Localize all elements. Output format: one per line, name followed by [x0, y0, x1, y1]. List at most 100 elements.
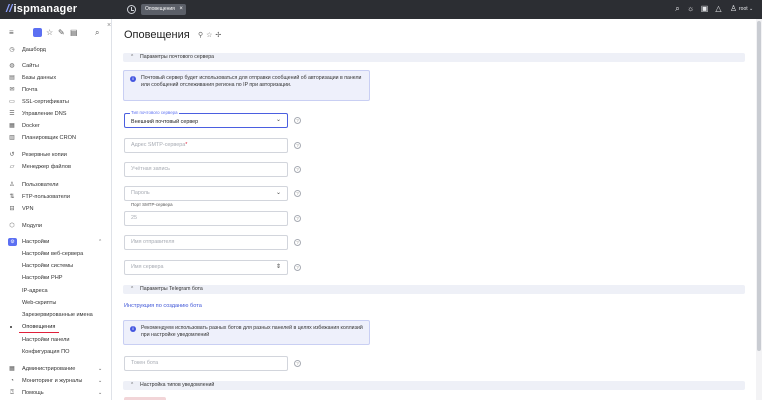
sidebar-item-notifications[interactable]: Оповещения [0, 321, 112, 333]
sidebar-item-databases[interactable]: ▤ Базы данных [0, 72, 112, 84]
sidebar-item-backups[interactable]: ↺ Резервные копии [0, 149, 112, 161]
sidebar-item-monitoring[interactable]: ◔ Мониторинг и журналы ⌄ [0, 375, 112, 387]
smtp-address-input[interactable]: Адрес SMTP-сервера* [124, 138, 288, 153]
chevron-down-icon: ⌄ [275, 117, 281, 123]
top-bar: //ispmanager Оповещения × ⌕ ☼ ▣ △ ♙ root… [0, 0, 762, 19]
user-menu[interactable]: root ⌄ [739, 4, 753, 14]
sidebar-item-dns[interactable]: ☰ Управление DNS [0, 108, 112, 120]
docs-icon[interactable]: ▤ [70, 28, 78, 37]
help-icon[interactable]: ? [294, 166, 301, 173]
sidebar-toolbar: ≡ ☆ ✎ ▤ ⌕ [0, 19, 112, 43]
page-scrollbar[interactable] [756, 19, 762, 400]
help-icon[interactable]: ? [294, 360, 301, 367]
app-logo[interactable]: //ispmanager [6, 3, 77, 15]
sidebar-item-ssl[interactable]: ▭ SSL-сертификаты [0, 96, 112, 108]
sidebar-item-web-scripts[interactable]: Web-скрипты [0, 297, 112, 309]
chevron-up-icon: ⌃ [130, 286, 135, 292]
sidebar-item-file-manager[interactable]: ▱ Менеджер файлов [0, 161, 112, 173]
sidebar-item-docker[interactable]: ▦ Docker [0, 120, 112, 132]
chevron-up-icon: ⌃ [130, 382, 135, 388]
sidebar-item-php-settings[interactable]: Настройки PHP [0, 272, 112, 284]
star-icon[interactable]: ☆ [46, 28, 53, 37]
bot-token-input[interactable]: Токен бота [124, 356, 288, 371]
close-sidebar-icon[interactable]: × [107, 22, 111, 29]
sidebar-item-settings[interactable]: ⚙ Настройки ⌃ [0, 236, 112, 248]
sidebar: ≡ ☆ ✎ ▤ ⌕ × ◷ Дашборд ◍ Сайты ▤ Базы данных… [0, 19, 112, 400]
user-icon[interactable]: ♙ [729, 4, 738, 14]
user-icon: ♙ [9, 182, 15, 188]
scrollbar-thumb[interactable] [757, 21, 761, 351]
settings-icon: ⚙ [8, 238, 17, 246]
sender-name-input[interactable]: Имя отправителя [124, 235, 288, 250]
sidebar-item-modules[interactable]: ⬡ Модули [0, 220, 112, 232]
vpn-icon: ⊟ [9, 206, 15, 212]
sidebar-item-system-settings[interactable]: Настройки системы [0, 260, 112, 272]
sidebar-item-cron[interactable]: ▥ Планировщик CRON [0, 132, 112, 144]
pin-icon[interactable]: ✎ [58, 28, 65, 37]
chevron-up-icon: ⌃ [98, 239, 103, 245]
help-icon[interactable]: ? [294, 190, 301, 197]
ftp-icon: ⇅ [9, 194, 15, 200]
sidebar-item-help[interactable]: ⍰ Помощь ⌄ [0, 387, 112, 399]
gear-icon[interactable]: ☼ [686, 4, 695, 14]
sidebar-item-vpn[interactable]: ⊟ VPN [0, 203, 112, 215]
chevron-up-icon: ⌃ [130, 54, 135, 60]
mail-server-section-header[interactable]: ⌃ Параметры почтового сервера [123, 53, 745, 62]
certificate-icon: ▭ [9, 99, 15, 105]
globe-icon: ◍ [9, 63, 15, 69]
stepper-icon[interactable]: ⇕ [276, 261, 281, 274]
dns-icon: ☰ [9, 111, 15, 117]
sidebar-item-web-server-settings[interactable]: Настройки веб-сервера [0, 248, 112, 260]
mail-info-notice: i Почтовый сервер будет использоваться д… [123, 70, 370, 101]
telegram-section-header[interactable]: ⌃ Параметры Telegram бота [123, 285, 745, 294]
tasks-icon[interactable]: ▣ [700, 4, 709, 14]
folder-icon: ▱ [9, 164, 15, 170]
help-icon[interactable]: ? [294, 117, 301, 124]
help-icon[interactable]: ? [294, 239, 301, 246]
link-icon[interactable]: ⚲ [198, 32, 206, 39]
sidebar-item-users[interactable]: ♙ Пользователи [0, 179, 112, 191]
search-icon[interactable]: ⌕ [95, 28, 99, 37]
account-input[interactable]: Учётная запись [124, 162, 288, 177]
tab-label: Оповещения [145, 6, 175, 12]
list-view-icon[interactable] [33, 28, 42, 37]
telegram-info-notice: i Рекомендуем использовать разных ботов … [123, 320, 370, 345]
help-icon: ⍰ [10, 390, 14, 396]
close-icon[interactable]: × [179, 4, 183, 15]
pin-icon[interactable]: ✢ [215, 32, 224, 39]
chevron-down-icon[interactable]: ⌄ [276, 187, 281, 200]
chevron-down-icon: ⌄ [98, 366, 103, 372]
mail-server-type-select[interactable]: Тип почтового сервера Внешний почтовый с… [124, 110, 288, 128]
sidebar-item-software-config[interactable]: Конфигурация ПО [0, 346, 112, 358]
calendar-icon: ▥ [9, 135, 15, 141]
sidebar-item-ftp-users[interactable]: ⇅ FTP-пользователи [0, 191, 112, 203]
help-icon[interactable]: ? [294, 264, 301, 271]
mail-icon: ✉ [9, 87, 15, 93]
password-input[interactable]: Пароль ⌄ [124, 186, 288, 201]
help-icon[interactable]: ? [294, 215, 301, 222]
backup-icon: ↺ [9, 152, 15, 158]
sidebar-item-ip-addresses[interactable]: IP-адреса [0, 285, 112, 297]
monitoring-icon: ◔ [10, 378, 14, 384]
active-underline [19, 332, 59, 333]
sidebar-item-administration[interactable]: ▦ Администрирование ⌄ [0, 363, 112, 375]
search-icon[interactable]: ⌕ [673, 4, 682, 14]
help-icon[interactable]: ? [294, 142, 301, 149]
page-title: Оповещения [124, 29, 190, 41]
tab-notifications[interactable]: Оповещения × [141, 4, 186, 15]
bot-instruction-link[interactable]: Инструкция по созданию бота [124, 303, 202, 309]
smtp-port-input[interactable]: Порт SMTP-сервера 25 [124, 202, 288, 226]
notification-types-section-header[interactable]: ⌃ Настройка типов уведомлений [123, 381, 745, 390]
server-name-input[interactable]: Имя сервера ⇕ [124, 260, 288, 275]
bell-icon[interactable]: △ [714, 4, 723, 14]
sidebar-item-panel-settings[interactable]: Настройки панели [0, 334, 112, 346]
sidebar-item-mail[interactable]: ✉ Почта [0, 84, 112, 96]
menu-icon[interactable]: ≡ [9, 28, 14, 37]
docker-icon: ▦ [9, 123, 15, 129]
sidebar-item-sites[interactable]: ◍ Сайты [0, 60, 112, 72]
sidebar-item-dashboard[interactable]: ◷ Дашборд [0, 44, 112, 56]
sidebar-item-reserved-names[interactable]: Зарезервированные имена [0, 309, 112, 321]
chevron-down-icon: ⌄ [98, 390, 103, 396]
history-icon[interactable] [127, 5, 136, 14]
modules-icon: ⬡ [9, 223, 15, 229]
